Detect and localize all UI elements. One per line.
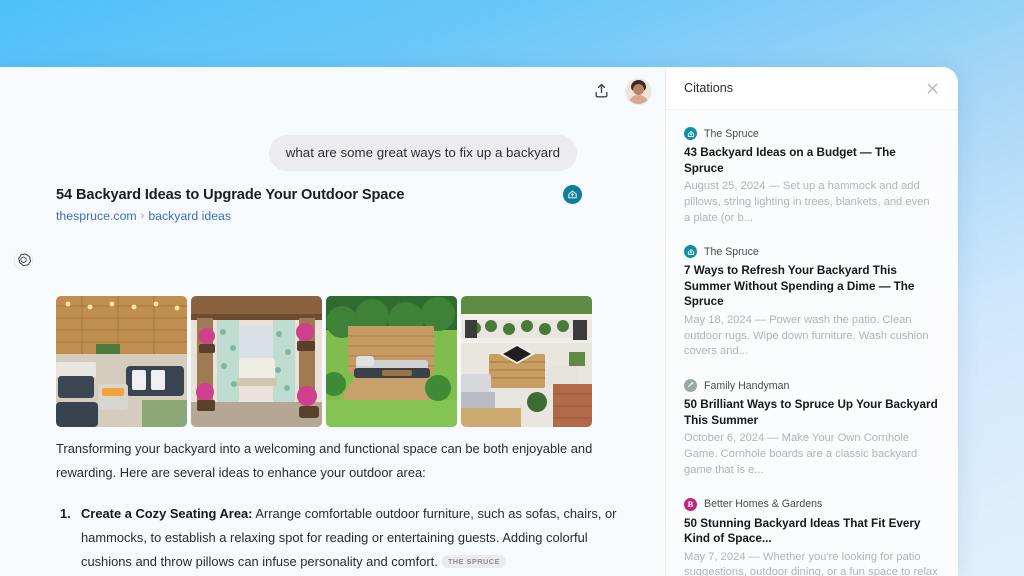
thumbnail-image-1[interactable] [56,296,187,427]
citations-panel: Citations The Spruce 43 Backyard Ideas o… [665,67,958,576]
conversation-pane: what are some great ways to fix up a bac… [0,67,665,576]
the-spruce-house-icon [563,185,582,204]
citation-headline[interactable]: 7 Ways to Refresh Your Backyard This Sum… [684,263,938,310]
list-item[interactable]: The Spruce 43 Backyard Ideas on a Budget… [684,127,938,226]
answer-body: Transforming your backyard into a welcom… [56,437,634,576]
citation-source-name: The Spruce [704,127,759,140]
desktop-backdrop: what are some great ways to fix up a bac… [0,0,1024,576]
citation-snippet: May 7, 2024 — Whether you're looking for… [684,550,938,576]
share-upload-icon[interactable] [588,78,614,104]
thumbnail-image-3[interactable] [326,296,457,427]
citation-snippet: May 18, 2024 — Power wash the patio. Cle… [684,313,929,358]
avatar[interactable] [626,78,651,104]
answer-intro: Transforming your backyard into a welcom… [56,441,593,480]
citations-header: Citations [666,67,958,110]
the-spruce-house-icon [684,127,697,140]
avatar-body [628,94,649,104]
conversation-toolbar [588,78,651,104]
close-icon[interactable] [923,79,941,97]
result-thumbnail-strip [56,296,592,427]
thumbnail-image-4[interactable] [461,296,592,427]
citation-source-name: The Spruce [704,245,759,258]
citation-snippet: October 6, 2024 — Make Your Own Cornhole… [684,432,918,476]
citation-source: Family Handyman [684,379,938,393]
chat-app-window: what are some great ways to fix up a bac… [0,67,958,576]
family-handyman-wrench-icon [684,379,697,393]
breadcrumb-separator-icon: › [140,210,145,222]
search-result-card: 54 Backyard Ideas to Upgrade Your Outdoo… [56,185,656,569]
citation-snippet: August 25, 2024 — Set up a hammock and a… [684,180,930,224]
result-path: backyard ideas [148,209,232,223]
citation-source: The Spruce [684,245,938,259]
citation-headline[interactable]: 43 Backyard Ideas on a Budget — The Spru… [684,145,938,176]
citation-headline[interactable]: 50 Brilliant Ways to Spruce Up Your Back… [684,397,938,428]
citations-title: Citations [684,81,733,95]
answer-list: Create a Cozy Seating Area: Arrange comf… [56,502,634,576]
result-domain: thespruce.com [56,209,137,223]
citations-list[interactable]: The Spruce 43 Backyard Ideas on a Budget… [666,110,958,576]
list-item[interactable]: Family Handyman 50 Brilliant Ways to Spr… [684,379,938,478]
list-item: Create a Cozy Seating Area: Arrange comf… [56,502,634,574]
citation-headline[interactable]: 50 Stunning Backyard Ideas That Fit Ever… [684,516,938,547]
user-message-bubble: what are some great ways to fix up a bac… [268,135,577,171]
user-message-row: what are some great ways to fix up a bac… [268,135,577,171]
result-breadcrumb[interactable]: thespruce.com › backyard ideas [56,209,656,223]
inline-citation-chip[interactable]: THE SPRUCE [441,554,506,568]
the-spruce-house-icon [684,245,697,259]
citation-source-name: Family Handyman [704,379,790,392]
citation-source-name: Better Homes & Gardens [704,498,823,511]
citation-source: B Better Homes & Gardens [684,497,938,511]
list-item[interactable]: The Spruce 7 Ways to Refresh Your Backya… [684,245,938,360]
list-item[interactable]: B Better Homes & Gardens 50 Stunning Bac… [684,497,938,576]
citation-source: The Spruce [684,127,938,140]
openai-logo-icon [13,250,34,271]
thumbnail-image-2[interactable] [191,296,322,427]
better-homes-gardens-b-icon: B [684,497,697,511]
avatar-face [633,83,644,95]
list-item-heading: Create a Cozy Seating Area: [81,506,253,521]
